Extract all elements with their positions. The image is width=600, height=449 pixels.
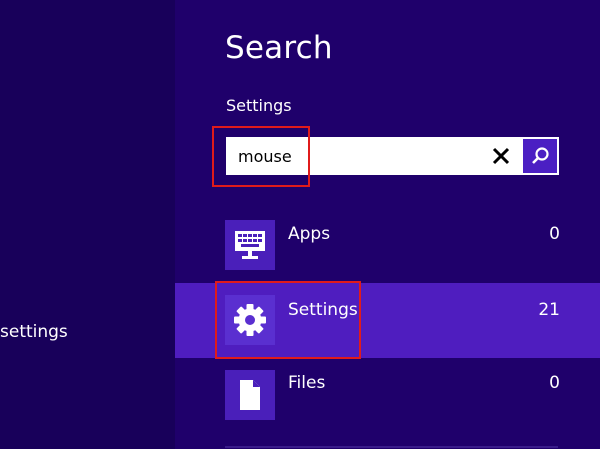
result-icon-files [225,370,275,420]
result-label-settings: Settings [288,300,358,320]
result-label-apps: Apps [288,224,331,244]
result-row-settings[interactable]: Settings 21 [175,283,600,358]
left-pane: settings [0,0,175,449]
results-divider [225,446,558,448]
close-icon [492,147,510,165]
result-label-files: Files [288,373,326,393]
search-scope-label: Settings [226,96,292,115]
result-row-apps[interactable]: Apps 0 [175,207,600,282]
search-charm: Search Settings mouse Apps 0 Settings 21… [175,0,600,449]
search-box [226,137,559,175]
result-icon-settings [225,295,275,345]
left-settings-text: settings [0,322,68,342]
gear-icon [234,304,266,336]
monitor-keyboard-icon [235,231,265,259]
result-count-settings: 21 [538,300,560,320]
result-row-files[interactable]: Files 0 [175,358,600,433]
result-count-apps: 0 [549,224,560,244]
clear-button[interactable] [488,143,514,169]
search-input[interactable] [226,137,486,175]
document-icon [240,380,260,410]
result-icon-apps [225,220,275,270]
result-count-files: 0 [549,373,560,393]
search-button[interactable] [523,139,557,173]
search-title: Search [225,30,333,66]
search-icon [532,147,549,164]
